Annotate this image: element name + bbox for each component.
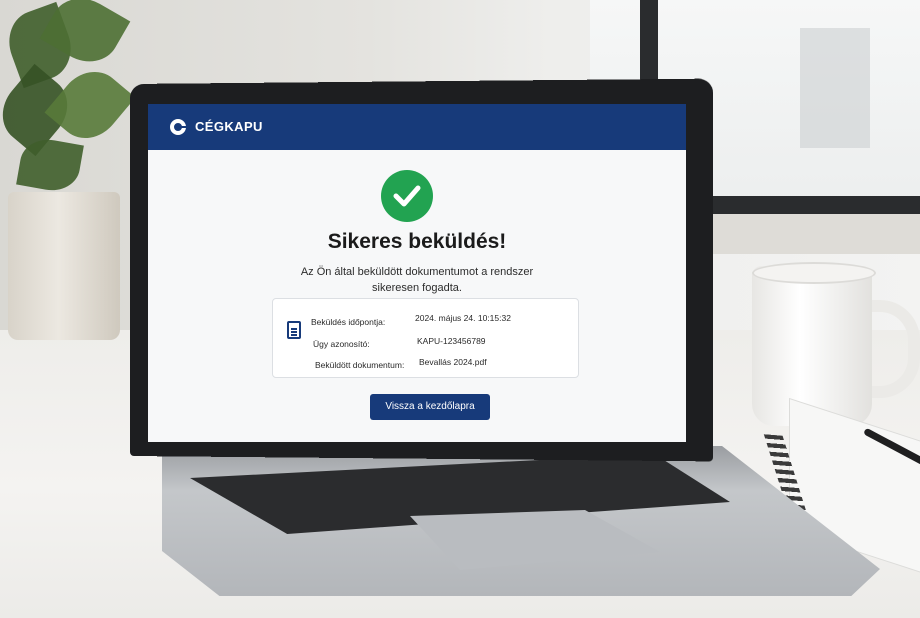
check-icon <box>381 170 433 222</box>
submitted-time-value: 2024. május 24. 10:15:32 <box>415 313 511 323</box>
submitted-time-label: Beküldés időpontja: <box>311 317 386 327</box>
logo-icon <box>170 119 186 135</box>
laptop-screen: CÉGKAPU Sikeres beküldés! Az Ön által be… <box>148 104 686 442</box>
window-blind <box>800 28 870 148</box>
brand-name: CÉGKAPU <box>195 119 263 134</box>
document-icon <box>287 321 301 339</box>
document-label: Beküldött dokumentum: <box>315 360 405 370</box>
success-message: Az Ön által beküldött dokumentumot a ren… <box>300 266 534 294</box>
case-id-value: KAPU-123456789 <box>417 336 486 346</box>
details-card: Beküldés időpontja: 2024. május 24. 10:1… <box>272 298 579 378</box>
case-id-label: Ügy azonosító: <box>313 339 370 349</box>
page-title: Sikeres beküldés! <box>327 230 507 253</box>
header-bar: CÉGKAPU <box>148 104 686 150</box>
document-value: Bevallás 2024.pdf <box>419 357 487 367</box>
back-to-home-button[interactable]: Vissza a kezdőlapra <box>370 394 490 420</box>
plant-pot <box>8 192 120 340</box>
